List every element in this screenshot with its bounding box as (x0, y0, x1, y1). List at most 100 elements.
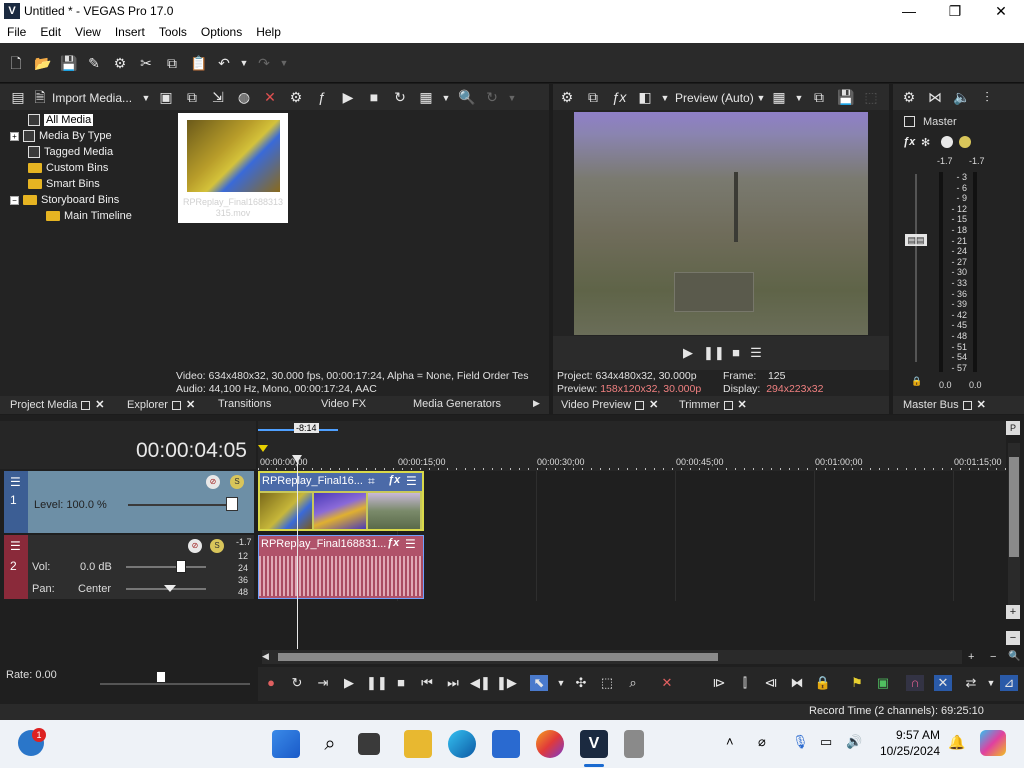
envelope-tool-icon[interactable]: ✣ (572, 675, 590, 691)
master-fader-handle[interactable]: ▤▤ (905, 234, 927, 246)
cut-icon[interactable]: ✂ (138, 55, 154, 71)
play-from-start-icon[interactable]: ⇥ (314, 675, 332, 691)
new-project-icon[interactable]: 🗋 (8, 55, 24, 71)
auto-preview-icon[interactable]: ↻ (392, 89, 408, 105)
marker-flag-icon[interactable]: ⚑ (848, 675, 866, 691)
marker-icon[interactable] (258, 445, 268, 452)
edge-browser-icon[interactable] (448, 730, 476, 758)
menu-options[interactable]: Options (194, 23, 249, 41)
record-icon[interactable]: ● (262, 675, 280, 691)
menu-file[interactable]: File (0, 23, 33, 41)
master-automation-icon[interactable]: ✻ (921, 136, 930, 149)
copy-snapshot-icon[interactable]: ⧉ (811, 89, 827, 105)
track-menu-icon[interactable]: ☰ (10, 475, 21, 489)
lock-icon[interactable]: 🔒 (814, 675, 832, 691)
audio-track-header[interactable]: ☰ 2 ⊘ S -1.7 Vol: 0.0 dB Pan: Center 12 … (4, 535, 254, 599)
more-tabs-icon[interactable]: ▶ (533, 398, 540, 409)
zoom-in-track-icon[interactable]: + (1006, 605, 1020, 619)
timeline-delete-icon[interactable]: ✕ (658, 675, 676, 691)
clock-date[interactable]: 10/25/2024 (878, 744, 940, 758)
tab-explorer[interactable]: Explorer ✕ (127, 398, 195, 411)
notifications-bell-icon[interactable]: 🔔 (948, 734, 965, 751)
media-fx-plugin-icon[interactable]: ƒ (314, 89, 330, 105)
master-gear-icon[interactable]: ⚙ (901, 89, 917, 105)
zoom-tool-icon[interactable]: 🔍 (1008, 651, 1020, 662)
properties-gear-icon[interactable]: ⚙ (112, 55, 128, 71)
audio-clip[interactable]: RPReplay_Final168831... ƒx ☰ (258, 535, 424, 599)
master-solo-icon[interactable] (959, 136, 971, 148)
timeline-vscroll-thumb[interactable] (1009, 457, 1019, 557)
preview-quality-select[interactable]: Preview (Auto) (675, 91, 754, 105)
menu-tools[interactable]: Tools (152, 23, 194, 41)
redo-icon[interactable]: ↷ (256, 55, 272, 71)
split-screen-icon[interactable]: ◧ (637, 89, 653, 105)
tab-transitions[interactable]: Transitions (218, 398, 271, 410)
playhead-marker-icon[interactable] (292, 455, 302, 463)
media-bins-icon[interactable]: ▤ (10, 89, 26, 105)
trim-start-icon[interactable]: ⧐ (710, 675, 728, 691)
audio-clip-fx-icon[interactable]: ƒx (387, 537, 399, 549)
remove-unused-icon[interactable]: ⇲ (210, 89, 226, 105)
refresh-dropdown-icon[interactable]: ▼ (504, 90, 520, 106)
redo-dropdown-icon[interactable]: ▼ (276, 55, 292, 71)
network-icon[interactable]: ⌀ (758, 734, 766, 750)
audio-solo-icon[interactable]: S (210, 539, 224, 553)
zoom-in-time-icon[interactable]: + (968, 651, 974, 663)
search-taskbar-icon[interactable]: ⌕ (316, 730, 344, 758)
maximize-button[interactable]: ❐ (932, 0, 978, 23)
save-as-icon[interactable]: ✎ (86, 55, 102, 71)
time-ruler[interactable]: -8:14 00:00:00;00 00:00:15;00 00:00:30;0… (258, 421, 1006, 471)
playhead[interactable] (297, 455, 298, 649)
prev-frame-icon[interactable]: ◀❚ (470, 675, 491, 691)
views-icon[interactable]: ▦ (418, 89, 434, 105)
paste-icon[interactable]: 📋 (190, 55, 207, 71)
loop-playback-icon[interactable]: ↻ (288, 675, 306, 691)
overlays-grid-icon[interactable]: ▦ (771, 89, 787, 105)
tree-item-custom-bins[interactable]: Custom Bins (28, 162, 108, 174)
timeline-pause-icon[interactable]: ❚❚ (366, 675, 388, 691)
overlays-dropdown-icon[interactable]: ▼ (791, 90, 807, 106)
trim-end-icon[interactable]: ⧏ (762, 675, 780, 691)
timeline-stop-icon[interactable]: ■ (392, 675, 410, 691)
search-icon[interactable]: 🔍 (458, 89, 475, 105)
open-icon[interactable]: 📂 (34, 55, 51, 71)
views-dropdown-icon[interactable]: ▼ (438, 90, 454, 106)
master-mute-icon[interactable] (941, 136, 953, 148)
tab-video-preview[interactable]: Video Preview ✕ (561, 398, 658, 411)
pan-slider-handle[interactable] (164, 585, 176, 592)
file-explorer-icon[interactable] (404, 730, 432, 758)
minimize-button[interactable]: — (886, 0, 932, 23)
master-lock-icon[interactable]: 🔒 (911, 376, 922, 387)
master-fx-icon[interactable]: ƒx (903, 136, 915, 148)
media-fx-icon[interactable]: ◍ (236, 89, 252, 105)
preview-properties-gear-icon[interactable]: ⚙ (559, 89, 575, 105)
get-media-icon[interactable]: ⧉ (184, 89, 200, 105)
vol-slider-handle[interactable] (176, 560, 186, 573)
auto-crossfade-icon[interactable]: ✕ (934, 675, 952, 691)
close-icon[interactable]: ✕ (738, 398, 747, 411)
ripple-edit-icon[interactable]: ⇄ (962, 675, 980, 691)
import-media-icon[interactable]: 🗎 (32, 89, 48, 105)
save-icon[interactable]: 💾 (60, 55, 77, 71)
menu-help[interactable]: Help (249, 23, 288, 41)
split-dropdown-icon[interactable]: ▼ (657, 90, 673, 106)
stop-icon[interactable]: ■ (366, 89, 382, 105)
undock-icon[interactable] (723, 400, 733, 410)
task-view-icon[interactable] (358, 733, 380, 755)
mixer-icon[interactable]: ⫶ (979, 89, 995, 105)
timeline-hscrollbar[interactable]: ◀ (262, 650, 962, 664)
tab-project-media[interactable]: Project Media ✕ (10, 398, 104, 411)
fx-icon[interactable]: ƒx (611, 89, 627, 105)
tree-item-all-media[interactable]: All Media (28, 114, 94, 127)
preview-menu-icon[interactable]: ☰ (747, 345, 765, 361)
undo-icon[interactable]: ↶ (216, 55, 232, 71)
region-icon[interactable]: ▣ (874, 675, 892, 691)
zoom-out-track-icon[interactable]: − (1006, 631, 1020, 645)
preview-stop-icon[interactable]: ■ (727, 345, 745, 361)
copilot-icon[interactable] (980, 730, 1006, 756)
clip-crop-icon[interactable]: ⌗ (368, 474, 375, 489)
undock-icon[interactable] (635, 400, 645, 410)
media-thumbnail-card[interactable]: RPReplay_Final1688313315.mov (178, 113, 288, 223)
video-mute-icon[interactable]: ⊘ (206, 475, 220, 489)
clip-fx-icon[interactable]: ƒx (388, 474, 400, 486)
